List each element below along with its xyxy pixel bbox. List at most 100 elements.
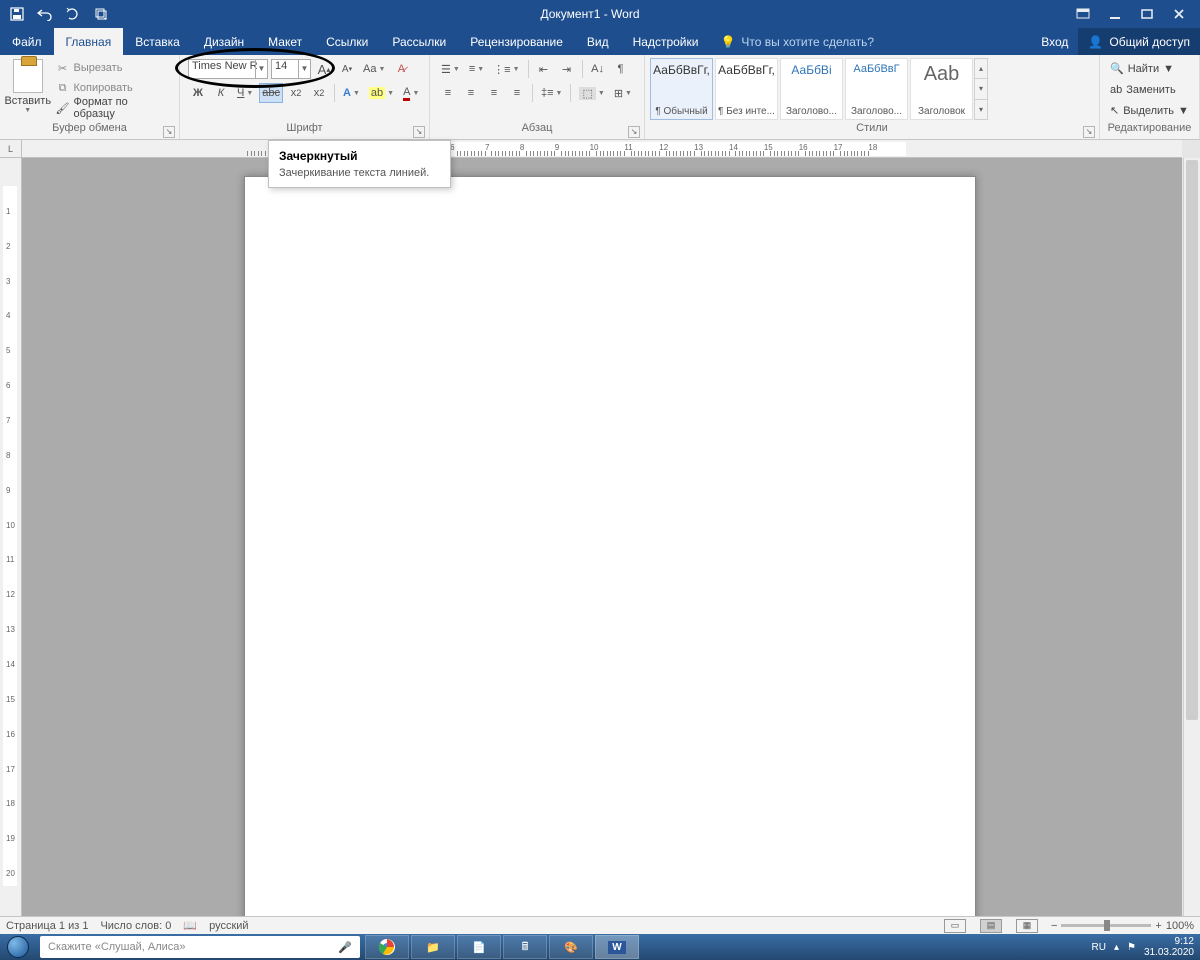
status-words[interactable]: Число слов: 0 [100, 920, 171, 932]
paragraph-launcher[interactable]: ↘ [628, 126, 640, 138]
superscript-button[interactable]: x2 [309, 83, 329, 103]
align-right-button[interactable]: ≡ [484, 83, 504, 103]
taskbar-calc[interactable]: 🖩 [503, 935, 547, 959]
font-size-combo[interactable]: 14▼ [271, 59, 311, 79]
ribbon: Вставить ▼ ✂Вырезать ⧉Копировать 🖌Формат… [0, 55, 1200, 140]
paste-button[interactable]: Вставить ▼ [4, 57, 52, 114]
subscript-button[interactable]: x2 [286, 83, 306, 103]
zoom-level[interactable]: 100% [1166, 920, 1194, 932]
style-heading1[interactable]: АаБбВіЗаголово... [780, 58, 843, 120]
tell-me[interactable]: 💡 Что вы хотите сделать? [710, 28, 884, 55]
windows-orb-icon [7, 936, 29, 958]
multilevel-button[interactable]: ⋮≡▼ [490, 59, 522, 79]
clipboard-launcher[interactable]: ↘ [163, 126, 175, 138]
tray-lang[interactable]: RU [1091, 942, 1105, 953]
justify-button[interactable]: ≡ [507, 83, 527, 103]
tab-layout[interactable]: Макет [256, 28, 314, 55]
view-web-button[interactable]: ▦ [1016, 919, 1038, 933]
text-effects-button[interactable]: A▼ [340, 83, 363, 103]
font-name-combo[interactable]: Times New R▼ [188, 59, 268, 79]
group-label: Буфер обмена [4, 122, 175, 138]
status-page[interactable]: Страница 1 из 1 [6, 920, 88, 932]
signin-button[interactable]: Вход [1031, 28, 1078, 55]
align-center-button[interactable]: ≡ [461, 83, 481, 103]
tab-view[interactable]: Вид [575, 28, 621, 55]
shrink-font-button[interactable]: A▾ [337, 59, 357, 79]
maximize-icon[interactable] [1136, 3, 1158, 25]
clear-format-button[interactable]: A̷ [391, 59, 411, 79]
ribbon-options-icon[interactable] [1072, 3, 1094, 25]
change-case-button[interactable]: Aa▼ [360, 59, 388, 79]
styles-launcher[interactable]: ↘ [1083, 126, 1095, 138]
share-button[interactable]: 👤 Общий доступ [1078, 28, 1200, 55]
tab-design[interactable]: Дизайн [192, 28, 256, 55]
customize-qat-icon[interactable] [90, 3, 112, 25]
person-icon: 👤 [1088, 35, 1103, 49]
tab-addins[interactable]: Надстройки [621, 28, 711, 55]
taskbar-paint[interactable]: 🎨 [549, 935, 593, 959]
horizontal-ruler[interactable]: 123456789101112131415161718 [22, 140, 1182, 158]
font-launcher[interactable]: ↘ [413, 126, 425, 138]
style-nospacing[interactable]: АаБбВвГг,¶ Без инте... [715, 58, 778, 120]
align-left-button[interactable]: ≡ [438, 83, 458, 103]
underline-button[interactable]: Ч▼ [234, 83, 256, 103]
bold-button[interactable]: Ж [188, 83, 208, 103]
vertical-scrollbar[interactable] [1183, 158, 1200, 916]
highlight-button[interactable]: ab▼ [366, 83, 397, 103]
search-icon: 🔍 [1110, 62, 1124, 75]
tab-review[interactable]: Рецензирование [458, 28, 575, 55]
tab-references[interactable]: Ссылки [314, 28, 380, 55]
italic-button[interactable]: К [211, 83, 231, 103]
format-painter-button[interactable]: 🖌Формат по образцу [56, 99, 171, 117]
line-spacing-button[interactable]: ‡≡▼ [538, 83, 565, 103]
replace-button[interactable]: abЗаменить [1110, 80, 1189, 99]
select-button[interactable]: ↖Выделить▼ [1110, 101, 1189, 120]
font-color-button[interactable]: A▼ [400, 83, 422, 103]
ruler-corner[interactable]: L [0, 140, 22, 158]
show-marks-button[interactable]: ¶ [611, 59, 631, 79]
view-read-button[interactable]: ▭ [944, 919, 966, 933]
minimize-icon[interactable] [1104, 3, 1126, 25]
taskbar-word[interactable]: W [595, 935, 639, 959]
cut-button[interactable]: ✂Вырезать [56, 59, 171, 77]
tray-flag-icon[interactable]: ⚑ [1127, 942, 1136, 953]
start-button[interactable] [0, 934, 36, 960]
style-title[interactable]: AabЗаголовок [910, 58, 973, 120]
status-language[interactable]: русский [209, 920, 248, 932]
tab-insert[interactable]: Вставка [123, 28, 192, 55]
view-print-button[interactable]: ▤ [980, 919, 1002, 933]
zoom-slider[interactable] [1061, 924, 1151, 927]
redo-icon[interactable] [62, 3, 84, 25]
page[interactable] [244, 176, 976, 916]
bullets-button[interactable]: ☰▼ [438, 59, 463, 79]
taskbar-explorer[interactable]: 📁 [411, 935, 455, 959]
zoom-out-button[interactable]: − [1051, 920, 1057, 932]
tab-mailings[interactable]: Рассылки [380, 28, 458, 55]
borders-button[interactable]: ⊞▼ [611, 83, 635, 103]
style-normal[interactable]: АаБбВвГг,¶ Обычный [650, 58, 713, 120]
undo-icon[interactable] [34, 3, 56, 25]
styles-scroll[interactable]: ▴▾▾ [974, 58, 988, 120]
style-heading2[interactable]: АаБбВвГЗаголово... [845, 58, 908, 120]
tray-clock[interactable]: 9:12 31.03.2020 [1144, 936, 1194, 958]
tab-file[interactable]: Файл [0, 28, 54, 55]
vertical-ruler[interactable]: 1234567891011121314151617181920 [0, 158, 22, 916]
decrease-indent-button[interactable]: ⇤ [534, 59, 554, 79]
status-proofing-icon[interactable]: 📖 [183, 919, 197, 932]
taskbar-notepad[interactable]: 📄 [457, 935, 501, 959]
grow-font-button[interactable]: A▴ [314, 59, 334, 79]
numbering-button[interactable]: ≡▼ [466, 59, 487, 79]
sort-button[interactable]: A↓ [588, 59, 608, 79]
tab-home[interactable]: Главная [54, 28, 124, 55]
taskbar-chrome[interactable] [365, 935, 409, 959]
find-button[interactable]: 🔍Найти▼ [1110, 59, 1189, 78]
zoom-in-button[interactable]: + [1155, 920, 1161, 932]
strikethrough-button[interactable]: abc [259, 83, 283, 103]
shading-button[interactable]: ⬚▼ [576, 83, 607, 103]
close-icon[interactable] [1168, 3, 1190, 25]
save-icon[interactable] [6, 3, 28, 25]
alice-search[interactable]: Скажите «Слушай, Алиса» 🎤 [40, 936, 360, 958]
increase-indent-button[interactable]: ⇥ [557, 59, 577, 79]
tray-up-icon[interactable]: ▴ [1114, 942, 1119, 953]
copy-button[interactable]: ⧉Копировать [56, 79, 171, 97]
